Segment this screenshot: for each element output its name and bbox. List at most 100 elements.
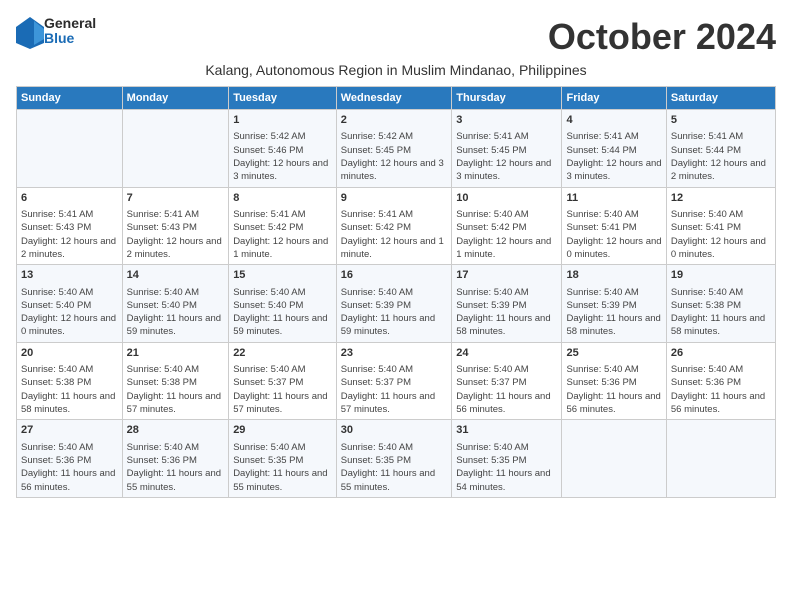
calendar-cell: 30 Sunrise: 5:40 AM Sunset: 5:35 PM Dayli… bbox=[336, 420, 452, 498]
day-number: 4 bbox=[566, 113, 661, 128]
month-title: October 2024 bbox=[548, 16, 776, 58]
day-number: 3 bbox=[456, 113, 557, 128]
calendar-week-row: 20 Sunrise: 5:40 AM Sunset: 5:38 PM Dayli… bbox=[17, 342, 776, 420]
calendar-cell: 5 Sunrise: 5:41 AM Sunset: 5:44 PM Daylig… bbox=[666, 110, 775, 188]
calendar-cell bbox=[122, 110, 229, 188]
day-number: 23 bbox=[341, 346, 448, 361]
calendar-cell: 17 Sunrise: 5:40 AM Sunset: 5:39 PM Dayli… bbox=[452, 265, 562, 343]
calendar-cell: 1Sunrise: 5:42 AM Sunset: 5:46 PM Daylig… bbox=[229, 110, 337, 188]
day-info: Sunrise: 5:40 AM Sunset: 5:35 PM Dayligh… bbox=[233, 441, 332, 494]
logo-line1: General bbox=[44, 16, 96, 31]
day-header-thursday: Thursday bbox=[452, 87, 562, 110]
day-info: Sunrise: 5:41 AM Sunset: 5:44 PM Dayligh… bbox=[671, 130, 771, 183]
subtitle: Kalang, Autonomous Region in Muslim Mind… bbox=[16, 62, 776, 78]
calendar-cell: 28 Sunrise: 5:40 AM Sunset: 5:36 PM Dayli… bbox=[122, 420, 229, 498]
day-header-wednesday: Wednesday bbox=[336, 87, 452, 110]
day-info: Sunrise: 5:40 AM Sunset: 5:35 PM Dayligh… bbox=[456, 441, 557, 494]
calendar-cell: 31 Sunrise: 5:40 AM Sunset: 5:35 PM Dayli… bbox=[452, 420, 562, 498]
day-number: 27 bbox=[21, 423, 118, 438]
day-number: 5 bbox=[671, 113, 771, 128]
calendar-cell: 25Sunrise: 5:40 AM Sunset: 5:36 PM Dayli… bbox=[562, 342, 666, 420]
page-header: General Blue October 2024 bbox=[16, 16, 776, 58]
day-info: Sunrise: 5:40 AM Sunset: 5:39 PM Dayligh… bbox=[341, 286, 448, 339]
calendar-cell: 29 Sunrise: 5:40 AM Sunset: 5:35 PM Dayli… bbox=[229, 420, 337, 498]
calendar-cell: 3Sunrise: 5:41 AM Sunset: 5:45 PM Daylig… bbox=[452, 110, 562, 188]
day-number: 29 bbox=[233, 423, 332, 438]
day-number: 14 bbox=[127, 268, 225, 283]
calendar-cell: 4 Sunrise: 5:41 AM Sunset: 5:44 PM Daylig… bbox=[562, 110, 666, 188]
calendar-cell: 20 Sunrise: 5:40 AM Sunset: 5:38 PM Dayli… bbox=[17, 342, 123, 420]
day-number: 2 bbox=[341, 113, 448, 128]
logo: General Blue bbox=[16, 16, 96, 47]
day-info: Sunrise: 5:40 AM Sunset: 5:37 PM Dayligh… bbox=[233, 363, 332, 416]
day-info: Sunrise: 5:41 AM Sunset: 5:42 PM Dayligh… bbox=[233, 208, 332, 261]
day-info: Sunrise: 5:40 AM Sunset: 5:39 PM Dayligh… bbox=[566, 286, 661, 339]
day-number: 31 bbox=[456, 423, 557, 438]
calendar-cell: 27 Sunrise: 5:40 AM Sunset: 5:36 PM Dayli… bbox=[17, 420, 123, 498]
day-number: 20 bbox=[21, 346, 118, 361]
calendar-cell: 19Sunrise: 5:40 AM Sunset: 5:38 PM Dayli… bbox=[666, 265, 775, 343]
day-number: 17 bbox=[456, 268, 557, 283]
day-info: Sunrise: 5:41 AM Sunset: 5:42 PM Dayligh… bbox=[341, 208, 448, 261]
day-header-saturday: Saturday bbox=[666, 87, 775, 110]
logo-line2: Blue bbox=[44, 31, 96, 46]
day-header-tuesday: Tuesday bbox=[229, 87, 337, 110]
day-info: Sunrise: 5:40 AM Sunset: 5:40 PM Dayligh… bbox=[21, 286, 118, 339]
day-number: 26 bbox=[671, 346, 771, 361]
calendar-week-row: 1Sunrise: 5:42 AM Sunset: 5:46 PM Daylig… bbox=[17, 110, 776, 188]
calendar-cell: 2 Sunrise: 5:42 AM Sunset: 5:45 PM Daylig… bbox=[336, 110, 452, 188]
day-info: Sunrise: 5:42 AM Sunset: 5:45 PM Dayligh… bbox=[341, 130, 448, 183]
day-info: Sunrise: 5:40 AM Sunset: 5:36 PM Dayligh… bbox=[21, 441, 118, 494]
calendar-cell bbox=[17, 110, 123, 188]
day-number: 18 bbox=[566, 268, 661, 283]
calendar-cell: 18 Sunrise: 5:40 AM Sunset: 5:39 PM Dayli… bbox=[562, 265, 666, 343]
day-number: 21 bbox=[127, 346, 225, 361]
day-number: 1 bbox=[233, 113, 332, 128]
calendar-cell: 26 Sunrise: 5:40 AM Sunset: 5:36 PM Dayli… bbox=[666, 342, 775, 420]
day-info: Sunrise: 5:40 AM Sunset: 5:36 PM Dayligh… bbox=[127, 441, 225, 494]
day-number: 10 bbox=[456, 191, 557, 206]
day-info: Sunrise: 5:40 AM Sunset: 5:42 PM Dayligh… bbox=[456, 208, 557, 261]
calendar-cell: 8 Sunrise: 5:41 AM Sunset: 5:42 PM Daylig… bbox=[229, 187, 337, 265]
day-number: 24 bbox=[456, 346, 557, 361]
day-number: 11 bbox=[566, 191, 661, 206]
day-number: 13 bbox=[21, 268, 118, 283]
day-info: Sunrise: 5:40 AM Sunset: 5:37 PM Dayligh… bbox=[341, 363, 448, 416]
day-header-friday: Friday bbox=[562, 87, 666, 110]
day-number: 12 bbox=[671, 191, 771, 206]
logo-icon bbox=[16, 17, 40, 45]
calendar-cell bbox=[666, 420, 775, 498]
calendar-cell: 24Sunrise: 5:40 AM Sunset: 5:37 PM Dayli… bbox=[452, 342, 562, 420]
calendar-cell: 7Sunrise: 5:41 AM Sunset: 5:43 PM Daylig… bbox=[122, 187, 229, 265]
calendar-cell: 12Sunrise: 5:40 AM Sunset: 5:41 PM Dayli… bbox=[666, 187, 775, 265]
day-number: 7 bbox=[127, 191, 225, 206]
calendar-cell: 14 Sunrise: 5:40 AM Sunset: 5:40 PM Dayli… bbox=[122, 265, 229, 343]
calendar-cell: 9 Sunrise: 5:41 AM Sunset: 5:42 PM Daylig… bbox=[336, 187, 452, 265]
calendar-week-row: 27 Sunrise: 5:40 AM Sunset: 5:36 PM Dayli… bbox=[17, 420, 776, 498]
day-info: Sunrise: 5:40 AM Sunset: 5:36 PM Dayligh… bbox=[566, 363, 661, 416]
calendar-table: SundayMondayTuesdayWednesdayThursdayFrid… bbox=[16, 86, 776, 498]
day-number: 9 bbox=[341, 191, 448, 206]
day-info: Sunrise: 5:40 AM Sunset: 5:38 PM Dayligh… bbox=[21, 363, 118, 416]
day-header-sunday: Sunday bbox=[17, 87, 123, 110]
calendar-header-row: SundayMondayTuesdayWednesdayThursdayFrid… bbox=[17, 87, 776, 110]
calendar-cell: 23 Sunrise: 5:40 AM Sunset: 5:37 PM Dayli… bbox=[336, 342, 452, 420]
day-number: 22 bbox=[233, 346, 332, 361]
day-header-monday: Monday bbox=[122, 87, 229, 110]
calendar-cell: 6Sunrise: 5:41 AM Sunset: 5:43 PM Daylig… bbox=[17, 187, 123, 265]
day-number: 30 bbox=[341, 423, 448, 438]
day-number: 6 bbox=[21, 191, 118, 206]
day-info: Sunrise: 5:40 AM Sunset: 5:38 PM Dayligh… bbox=[127, 363, 225, 416]
calendar-cell: 21 Sunrise: 5:40 AM Sunset: 5:38 PM Dayli… bbox=[122, 342, 229, 420]
day-info: Sunrise: 5:40 AM Sunset: 5:39 PM Dayligh… bbox=[456, 286, 557, 339]
calendar-cell: 16Sunrise: 5:40 AM Sunset: 5:39 PM Dayli… bbox=[336, 265, 452, 343]
day-info: Sunrise: 5:40 AM Sunset: 5:41 PM Dayligh… bbox=[566, 208, 661, 261]
day-info: Sunrise: 5:40 AM Sunset: 5:40 PM Dayligh… bbox=[233, 286, 332, 339]
calendar-week-row: 13 Sunrise: 5:40 AM Sunset: 5:40 PM Dayli… bbox=[17, 265, 776, 343]
day-number: 8 bbox=[233, 191, 332, 206]
day-info: Sunrise: 5:40 AM Sunset: 5:35 PM Dayligh… bbox=[341, 441, 448, 494]
day-info: Sunrise: 5:41 AM Sunset: 5:44 PM Dayligh… bbox=[566, 130, 661, 183]
day-info: Sunrise: 5:40 AM Sunset: 5:36 PM Dayligh… bbox=[671, 363, 771, 416]
day-info: Sunrise: 5:40 AM Sunset: 5:40 PM Dayligh… bbox=[127, 286, 225, 339]
day-number: 28 bbox=[127, 423, 225, 438]
